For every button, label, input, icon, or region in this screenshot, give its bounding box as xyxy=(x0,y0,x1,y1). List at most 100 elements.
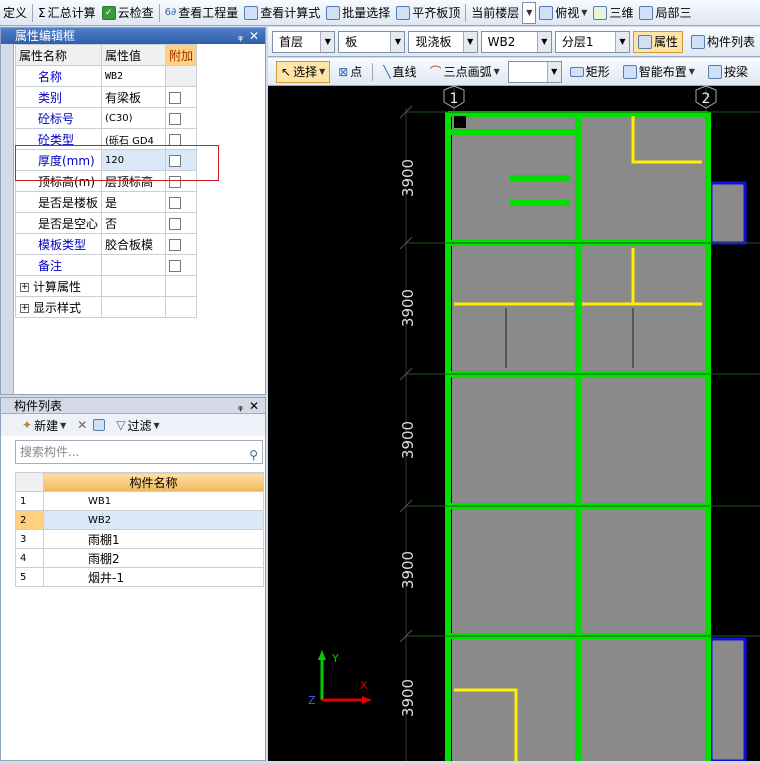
layer-select[interactable]: 分层1 ▼ xyxy=(554,30,630,53)
member-select[interactable]: WB2 ▼ xyxy=(480,30,552,53)
search-icon[interactable]: ⚲ xyxy=(249,444,258,466)
property-value xyxy=(101,275,167,297)
floor-select[interactable]: 首层 ▼ xyxy=(272,30,336,53)
component-list-button[interactable]: 构件列表 xyxy=(686,31,760,53)
table-row[interactable]: 5 烟井-1 xyxy=(15,567,264,587)
drawing-canvas[interactable]: 1 2 3900 3900 3900 3900 3900 Y X Z xyxy=(268,85,760,763)
smart-layout-button[interactable]: 智能布置 ▼ xyxy=(618,61,700,83)
property-row[interactable]: 类别 有梁板 xyxy=(14,86,198,108)
sum-calc-button[interactable]: Σ 汇总计算 xyxy=(35,2,99,24)
table-row[interactable]: 4 雨棚2 xyxy=(15,548,264,568)
property-value[interactable]: WB2 xyxy=(101,65,167,87)
property-value[interactable]: 胶合板模 xyxy=(101,233,167,255)
component-list-label: 构件列表 xyxy=(706,35,755,49)
view-quantity-button[interactable]: 6∂ 查看工程量 xyxy=(162,2,242,24)
arc-label: 三点画弧 xyxy=(443,65,492,79)
group-label: 计算属性 xyxy=(33,279,82,294)
property-row[interactable]: 砼标号 (C30) xyxy=(14,107,198,129)
view-formula-button[interactable]: 查看计算式 xyxy=(241,2,323,24)
pin-icon[interactable]: ᵩ xyxy=(238,398,243,414)
by-beam-button[interactable]: 按梁 xyxy=(703,61,753,83)
component-name[interactable]: 雨棚2 xyxy=(43,548,264,568)
align-top-icon xyxy=(396,5,411,20)
property-extra-cell xyxy=(165,275,198,297)
new-button[interactable]: ✦ 新建 ▼ xyxy=(17,414,71,436)
partial-3d-button[interactable]: 局部三 xyxy=(636,2,694,24)
z-axis-label: Z xyxy=(308,694,316,707)
line-button[interactable]: ╲ 直线 xyxy=(378,61,421,83)
property-group-row[interactable]: + 计算属性 xyxy=(14,275,198,297)
property-value[interactable]: 是 xyxy=(101,191,167,213)
extra-checkbox[interactable] xyxy=(169,217,182,230)
chevron-down-icon: ▼ xyxy=(493,67,500,76)
point-label: 点 xyxy=(350,65,363,79)
extra-checkbox[interactable] xyxy=(169,91,182,104)
property-row[interactable]: 名称 WB2 xyxy=(14,65,198,87)
top-view-button[interactable]: 俯视 ▼ xyxy=(536,2,590,24)
property-value[interactable]: 否 xyxy=(101,212,167,234)
cloud-check-button[interactable]: ✓ 云检查 xyxy=(99,2,157,24)
arc-button[interactable]: ⌒ 三点画弧 ▼ xyxy=(425,61,505,83)
cad-drawing[interactable]: 1 2 3900 3900 3900 3900 3900 Y X Z xyxy=(268,85,760,763)
y-arrowhead xyxy=(318,650,326,660)
subtype-select[interactable]: 现浇板 ▼ xyxy=(408,30,478,53)
chevron-down-icon: ▼ xyxy=(390,31,405,52)
batch-select-icon xyxy=(326,5,341,20)
row-number: 4 xyxy=(15,548,44,568)
extra-checkbox[interactable] xyxy=(169,196,182,209)
rectangle-label: 矩形 xyxy=(585,65,610,79)
property-row[interactable]: 是否是楼板 是 xyxy=(14,191,198,213)
property-value[interactable]: 有梁板 xyxy=(101,86,167,108)
extra-checkbox[interactable] xyxy=(169,112,182,125)
current-floor-button[interactable]: 当前楼层 xyxy=(468,2,522,24)
property-value[interactable] xyxy=(101,254,167,276)
property-group-row[interactable]: + 显示样式 xyxy=(14,296,198,318)
extra-checkbox[interactable] xyxy=(169,238,182,251)
select-button[interactable]: ↖ 选择 ▼ xyxy=(276,60,331,83)
component-name[interactable]: 雨棚1 xyxy=(43,529,264,549)
search-input[interactable]: 搜索构件... ⚲ xyxy=(15,440,263,464)
delete-icon[interactable]: ✕ xyxy=(77,418,87,432)
component-name[interactable]: WB2 xyxy=(43,510,264,530)
component-name[interactable]: WB1 xyxy=(43,491,264,511)
point-button[interactable]: ⊠ 点 xyxy=(333,61,367,83)
table-row[interactable]: 3 雨棚1 xyxy=(15,529,264,549)
filter-button[interactable]: ▽ 过滤 ▼ xyxy=(111,414,164,436)
expand-icon[interactable]: + xyxy=(20,303,29,313)
pin-icon[interactable]: ᵩ xyxy=(238,28,243,44)
property-extra-cell xyxy=(165,212,198,234)
arc-mode-select[interactable]: ▼ xyxy=(507,60,562,83)
attribute-label: 属性 xyxy=(653,35,678,49)
property-row[interactable]: 是否是空心 否 xyxy=(14,212,198,234)
side-slab-top[interactable] xyxy=(709,181,747,245)
attribute-button[interactable]: 属性 xyxy=(632,30,683,53)
side-slab-bottom[interactable] xyxy=(709,637,747,763)
extra-checkbox[interactable] xyxy=(169,259,182,272)
property-group[interactable]: + 计算属性 xyxy=(14,275,103,297)
batch-select-button[interactable]: 批量选择 xyxy=(323,2,393,24)
close-icon[interactable]: ✕ xyxy=(249,398,259,414)
close-icon[interactable]: ✕ xyxy=(249,28,259,44)
extra-checkbox[interactable] xyxy=(169,133,182,146)
align-slab-top-button[interactable]: 平齐板顶 xyxy=(393,2,463,24)
type-select[interactable]: 板 ▼ xyxy=(338,30,406,53)
define-button[interactable]: 定义 xyxy=(0,2,30,24)
chevron-down-icon: ▼ xyxy=(153,420,160,430)
component-panel-title-bar: 构件列表 ᵩ ✕ xyxy=(1,398,265,414)
corner-marker xyxy=(454,116,466,128)
three-d-button[interactable]: 三维 xyxy=(590,2,636,24)
table-row[interactable]: 1 WB1 xyxy=(15,491,264,511)
chevron-down-icon: ▼ xyxy=(320,31,335,52)
property-group[interactable]: + 显示样式 xyxy=(14,296,103,318)
table-row[interactable]: 2 WB2 xyxy=(15,510,264,530)
property-value[interactable]: (C30) xyxy=(101,107,167,129)
property-row[interactable]: 备注 xyxy=(14,254,198,276)
component-name[interactable]: 烟井-1 xyxy=(43,567,264,587)
expand-icon[interactable]: + xyxy=(20,282,29,292)
property-row[interactable]: 模板类型 胶合板模 xyxy=(14,233,198,255)
rectangle-icon xyxy=(569,66,584,77)
property-extra-cell xyxy=(165,191,198,213)
rectangle-button[interactable]: 矩形 xyxy=(565,61,615,83)
floor-dropdown[interactable]: ▼ xyxy=(522,1,537,24)
copy-icon[interactable] xyxy=(93,419,106,431)
